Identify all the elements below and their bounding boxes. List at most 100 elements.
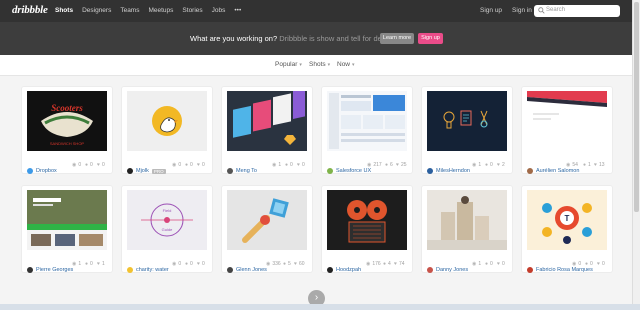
likes-count[interactable]: ♥ 0	[197, 162, 205, 168]
shot-author[interactable]: Glenn Jones	[227, 265, 267, 275]
likes-value: 0	[601, 261, 605, 267]
filter-popular[interactable]: Popular ▾	[275, 61, 302, 68]
likes-count[interactable]: ♥ 0	[297, 162, 305, 168]
dribbble-logo[interactable]: dribbble	[12, 4, 48, 16]
author-name: Meng To	[236, 168, 257, 174]
comments-value: 6	[390, 162, 393, 168]
shot-card[interactable]: ◉ 1 ● 0 ♥ 2	[422, 87, 512, 173]
shot-card[interactable]: Scooters SANDWICH SHOP ◉ 0 ● 0 ♥ 0	[22, 87, 112, 173]
nav-more[interactable]: •••	[234, 7, 241, 14]
nav-meetups[interactable]: Meetups	[148, 7, 173, 14]
likes-count[interactable]: ♥ 60	[294, 261, 305, 267]
shots-grid: Scooters SANDWICH SHOP ◉ 0 ● 0 ♥ 0 Dropbox …	[0, 76, 632, 310]
likes-count[interactable]: ♥ 0	[197, 261, 205, 267]
likes-count[interactable]: ♥ 0	[97, 162, 105, 168]
shot-thumbnail[interactable]	[427, 91, 507, 151]
badge-illustration-artwork: T	[527, 190, 607, 250]
sign-in-link[interactable]: Sign in	[512, 7, 532, 14]
comment-icon: ●	[85, 162, 89, 168]
likes-count[interactable]: ♥ 2	[497, 162, 505, 168]
shot-thumbnail[interactable]	[227, 91, 307, 151]
views-count: ◉ 0	[172, 261, 181, 267]
likes-value: 13	[598, 162, 605, 168]
shot-author[interactable]: Danny Jones	[427, 265, 468, 275]
nav-teams[interactable]: Teams	[120, 7, 139, 14]
page-scrollbar[interactable]	[632, 0, 640, 310]
shot-author[interactable]: Meng To	[227, 166, 257, 176]
shot-author[interactable]: Pierre Georges	[27, 265, 73, 275]
avatar	[127, 168, 133, 174]
likes-count[interactable]: ♥ 74	[394, 261, 405, 267]
shot-card[interactable]: ◉ 0 ● 0 ♥ 0	[122, 87, 212, 173]
shot-author[interactable]: Dropbox	[27, 166, 57, 176]
avatar	[327, 168, 333, 174]
heart-icon: ♥	[597, 261, 600, 267]
comment-icon: ●	[85, 261, 89, 267]
shot-author[interactable]: MilesHerndon	[427, 166, 470, 176]
avatar	[427, 168, 433, 174]
author-name: charity: water	[136, 267, 169, 273]
likes-count[interactable]: ♥ 0	[497, 261, 505, 267]
views-count: ◉ 336	[266, 261, 281, 267]
likes-count[interactable]: ♥ 0	[597, 261, 605, 267]
learn-more-button[interactable]: Learn more	[380, 33, 414, 44]
search-placeholder: Search	[546, 7, 566, 13]
shot-card[interactable]: ◉ 336 ● 5 ♥ 60	[222, 186, 312, 272]
shot-author[interactable]: Mjolk PRO	[127, 166, 166, 176]
shot-author[interactable]: charity: water	[127, 265, 169, 275]
shot-card[interactable]: T ◉ 0 ● 0 ♥ 0	[522, 186, 612, 272]
sign-up-button[interactable]: Sign up	[418, 33, 443, 44]
shot-thumbnail[interactable]	[327, 91, 407, 151]
heart-icon: ♥	[197, 162, 200, 168]
shot-thumbnail[interactable]	[127, 91, 207, 151]
shot-thumbnail[interactable]: T	[527, 190, 607, 250]
filter-shots[interactable]: Shots ▾	[309, 61, 330, 68]
sign-up-link[interactable]: Sign up	[480, 7, 502, 14]
shot-author[interactable]: Aurélien Salomon	[527, 166, 579, 176]
svg-text:T: T	[565, 214, 570, 223]
shot-thumbnail[interactable]: Scooters SANDWICH SHOP	[27, 91, 107, 151]
avatar	[527, 168, 533, 174]
shot-thumbnail[interactable]	[227, 190, 307, 250]
shot-author[interactable]: Salesforce UX	[327, 166, 371, 176]
views-count: ◉ 1	[272, 162, 281, 168]
shot-thumbnail[interactable]	[327, 190, 407, 250]
shot-thumbnail[interactable]: Field Guide	[127, 190, 207, 250]
likes-count[interactable]: ♥ 25	[396, 162, 407, 168]
nav-jobs[interactable]: Jobs	[212, 7, 226, 14]
primary-nav: Shots Designers Teams Meetups Stories Jo…	[55, 7, 250, 14]
shot-author[interactable]: Fabricio Rosa Marques	[527, 265, 593, 275]
likes-count[interactable]: ♥ 1	[97, 261, 105, 267]
nav-stories[interactable]: Stories	[182, 7, 202, 14]
shot-card[interactable]: ◉ 1 ● 0 ♥ 1	[22, 186, 112, 272]
shot-card[interactable]: Field Guide ◉ 0 ● 0 ♥ 0	[122, 186, 212, 272]
views-value: 1	[478, 162, 482, 168]
author-name: Salesforce UX	[336, 168, 372, 174]
comments-value: 5	[288, 261, 291, 267]
shot-thumbnail[interactable]	[427, 190, 507, 250]
chevron-down-icon: ▾	[299, 62, 302, 68]
shot-card[interactable]: ◉ 54 ● 1 ♥ 13	[522, 87, 612, 173]
heart-icon: ♥	[396, 162, 399, 168]
filter-now[interactable]: Now ▾	[337, 61, 355, 68]
nav-designers[interactable]: Designers	[82, 7, 111, 14]
views-value: 1	[78, 261, 82, 267]
shot-card[interactable]: ◉ 176 ● 4 ♥ 74	[322, 186, 412, 272]
shot-thumbnail[interactable]	[27, 190, 107, 250]
search-input[interactable]: Search	[534, 5, 620, 17]
shot-card[interactable]: ◉ 1 ● 0 ♥ 0	[222, 87, 312, 173]
shot-card[interactable]: ◉ 217 ● 6 ♥ 25	[322, 87, 412, 173]
likes-value: 60	[298, 261, 305, 267]
eye-icon: ◉	[272, 162, 277, 168]
shot-card[interactable]: ◉ 1 ● 0 ♥ 0	[422, 186, 512, 272]
shot-thumbnail[interactable]	[527, 91, 607, 151]
scrollbar-thumb[interactable]	[634, 2, 639, 212]
author-name: Aurélien Salomon	[536, 168, 580, 174]
likes-count[interactable]: ♥ 13	[594, 162, 605, 168]
os-taskbar	[0, 304, 640, 310]
shot-author[interactable]: Hoodzpah	[327, 265, 361, 275]
comments-count: ● 0	[85, 261, 93, 267]
banner-question: What are you working on?	[190, 34, 278, 43]
author-name: Fabricio Rosa Marques	[536, 267, 593, 273]
nav-shots[interactable]: Shots	[55, 7, 73, 14]
